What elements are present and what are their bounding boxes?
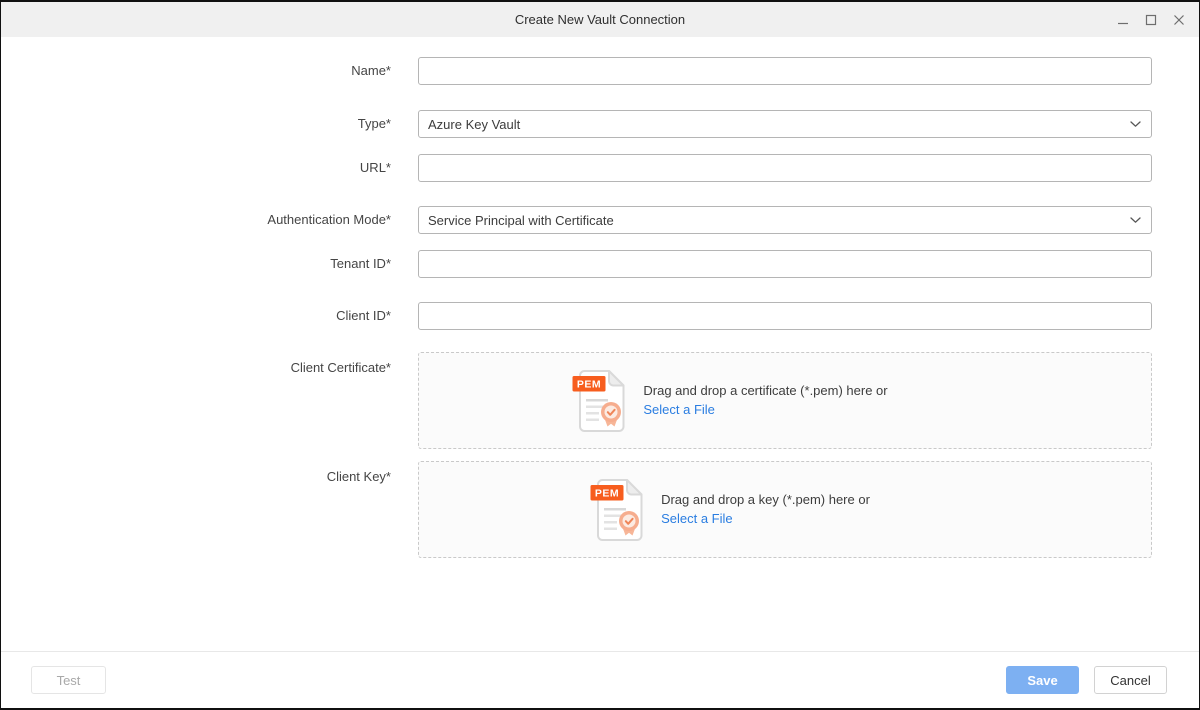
minimize-button[interactable] xyxy=(1109,6,1137,34)
title-bar: Create New Vault Connection xyxy=(1,2,1199,37)
pem-key-file-icon: PEM xyxy=(590,478,644,542)
tenant-id-label: Tenant ID* xyxy=(1,250,391,278)
key-select-file-link[interactable]: Select a File xyxy=(661,511,733,526)
dropzone-text-block: Drag and drop a certificate (*.pem) here… xyxy=(643,383,887,419)
form-row-type: Type* Azure Key Vault xyxy=(1,110,1199,138)
test-button[interactable]: Test xyxy=(31,666,106,694)
authentication-mode-select-wrap: Service Principal with Certificate xyxy=(418,206,1152,234)
client-key-dropzone[interactable]: PEM Drag and drop a key (*.pem) here or … xyxy=(418,461,1152,558)
close-icon xyxy=(1173,14,1185,26)
footer-actions: Save Cancel xyxy=(1006,666,1167,694)
authentication-mode-select[interactable]: Service Principal with Certificate xyxy=(418,206,1152,234)
form-row-client-key: Client Key* PEM xyxy=(1,461,1199,558)
maximize-button[interactable] xyxy=(1137,6,1165,34)
minimize-icon xyxy=(1117,14,1129,26)
form-row-authentication-mode: Authentication Mode* Service Principal w… xyxy=(1,206,1199,234)
type-label: Type* xyxy=(1,110,391,138)
client-key-label: Client Key* xyxy=(1,466,391,488)
pem-badge-text: PEM xyxy=(595,487,619,499)
client-certificate-dropzone[interactable]: PEM Drag and drop a certificate (*.pem) … xyxy=(418,352,1152,449)
window-title: Create New Vault Connection xyxy=(515,12,685,27)
dialog-footer: Test Save Cancel xyxy=(1,651,1199,708)
form-row-url: URL* xyxy=(1,154,1199,182)
dropzone-text-block: Drag and drop a key (*.pem) here or Sele… xyxy=(661,492,870,528)
type-select[interactable]: Azure Key Vault xyxy=(418,110,1152,138)
form-row-client-id: Client ID* xyxy=(1,302,1199,330)
close-button[interactable] xyxy=(1165,6,1193,34)
cancel-button[interactable]: Cancel xyxy=(1094,666,1167,694)
name-label: Name* xyxy=(1,57,391,85)
name-input[interactable] xyxy=(418,57,1152,85)
key-drop-instruction: Drag and drop a key (*.pem) here or xyxy=(661,492,870,507)
create-vault-connection-dialog: Create New Vault Connection xyxy=(0,0,1200,710)
client-certificate-label: Client Certificate* xyxy=(1,357,391,379)
form-area: Name* Type* Azure Key Vault URL* xyxy=(1,37,1199,651)
url-input[interactable] xyxy=(418,154,1152,182)
authentication-mode-label: Authentication Mode* xyxy=(1,206,391,234)
url-label: URL* xyxy=(1,154,391,182)
window-controls xyxy=(1109,2,1193,37)
client-id-label: Client ID* xyxy=(1,302,391,330)
certificate-select-file-link[interactable]: Select a File xyxy=(643,402,715,417)
type-select-wrap: Azure Key Vault xyxy=(418,110,1152,138)
certificate-drop-instruction: Drag and drop a certificate (*.pem) here… xyxy=(643,383,887,398)
maximize-icon xyxy=(1145,14,1157,26)
form-row-tenant-id: Tenant ID* xyxy=(1,250,1199,278)
pem-certificate-file-icon: PEM xyxy=(572,369,626,433)
pem-badge-text: PEM xyxy=(577,378,601,390)
form-row-client-certificate: Client Certificate* xyxy=(1,352,1199,449)
form-row-name: Name* xyxy=(1,57,1199,85)
client-id-input[interactable] xyxy=(418,302,1152,330)
save-button[interactable]: Save xyxy=(1006,666,1079,694)
tenant-id-input[interactable] xyxy=(418,250,1152,278)
